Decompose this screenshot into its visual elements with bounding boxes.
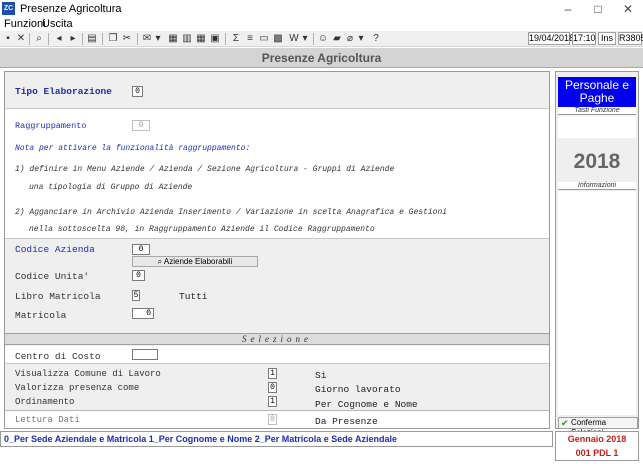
valorizza-presenza-field[interactable]: 0 [268,382,277,393]
matricola-field[interactable]: 0 [132,308,154,319]
libro-matricola-label: Libro Matricola [15,291,101,302]
side-panel: Personale e Paghe Tasti Funzione 2018 In… [555,71,639,437]
note-line-3: 2) Agganciare in Archivio Azienda Inseri… [15,208,448,217]
list-icon[interactable]: ≡ [244,33,256,45]
cut-icon[interactable]: ✂ [121,33,133,45]
dropdown-icon[interactable]: ▾ [152,33,164,45]
codice-unita-label: Codice Unita' [15,271,90,282]
valorizza-presenza-desc: Giorno lavorato [315,384,401,395]
menu-uscita[interactable]: Uscita [42,18,73,30]
footer-options-bar: 0_Per Sede Aziendale e Matricola 1_Per C… [0,431,553,447]
note-heading: Nota per attivare la funzionalità raggru… [15,144,251,153]
arrow-left-icon[interactable]: ◂ [53,33,65,45]
toolbar-separator [313,33,314,45]
tipo-elaborazione-field[interactable]: 0 [132,86,143,97]
period-label: Gennaio 2018 [567,434,627,444]
visualizza-comune-label: Visualizza Comune di Lavoro [15,369,161,379]
product-name: Personale e Paghe [564,78,630,105]
lettura-dati-field[interactable]: 0 [268,414,277,425]
footer-options-text: 0_Per Sede Aziendale e Matricola 1_Per C… [4,434,397,444]
menu-bar: Funzioni Uscita [0,18,643,31]
lettura-dati-desc: Da Presenze [315,416,378,427]
search-icon[interactable]: ⌕ [33,33,45,45]
arrow-right-icon[interactable]: ▸ [67,33,79,45]
libro-matricola-field[interactable]: 5 [132,290,140,301]
status-ins: Ins [598,32,616,45]
calendar-icon[interactable]: ▦ [167,33,179,45]
codice-azienda-label: Codice Azienda [15,244,95,255]
visualizza-comune-desc: Si [315,370,327,381]
page-header: Presenze Agricoltura [0,48,643,68]
toolbar: ▪ ✕ ⌕ ◂ ▸ ▤ ❐ ✂ ✉ ▾ ▦ ▥ ▦ ▣ Σ ≡ ▭ ▩ W ▾ … [0,31,643,47]
bottom-strip [0,448,553,466]
lettura-dati-label: Lettura Dati [15,415,80,425]
toolbar-separator [225,33,226,45]
copy-icon[interactable]: ❐ [107,33,119,45]
excel-icon[interactable]: ▩ [272,33,284,45]
delete-icon[interactable]: ✕ [15,33,27,45]
raggruppamento-label: Raggruppamento [15,121,87,131]
centro-di-costo-field[interactable] [132,349,158,360]
toolbar-separator [137,33,138,45]
toolbar-separator [102,33,103,45]
help-icon[interactable]: ? [370,33,382,45]
libro-matricola-desc: Tutti [179,291,208,302]
dropdown-icon[interactable]: ▾ [355,33,367,45]
centro-di-costo-label: Centro di Costo [15,351,101,362]
check-icon: ✔ [561,418,569,428]
users-icon[interactable]: ☺ [317,33,329,45]
tipo-elaborazione-label: Tipo Elaborazione [15,86,112,97]
status-code: R3805 [618,32,643,45]
valorizza-presenza-label: Valorizza presenza come [15,383,140,393]
toolbar-separator [82,33,83,45]
menu-funzioni[interactable]: Funzioni [4,18,46,30]
aziende-elaborabili-button[interactable]: ⌕ Aziende Elaborabili [132,256,258,267]
print-icon[interactable]: ▤ [86,33,98,45]
informazioni-title: Informazioni [558,182,636,190]
tasti-funzione-title: Tasti Funzione [558,107,636,115]
minimize-button[interactable]: – [553,0,583,18]
lettura-dati-panel [5,411,549,428]
codice-azienda-field[interactable]: 0 [132,244,150,255]
toolbar-separator [48,33,49,45]
status-date: 19/04/2018 [528,32,575,45]
grid-icon[interactable]: ▦ [195,33,207,45]
pdl-label: 001 PDL 1 [575,448,619,458]
note-line-1: 1) definire in Menu Aziende / Azienda / … [15,165,395,174]
main-form: Tipo Elaborazione 0 Raggruppamento 0 Not… [4,71,550,429]
note-line-4: nella sottoscelta 98, in Raggruppamento … [29,225,375,234]
raggruppamento-field[interactable]: 0 [132,120,150,131]
period-box: Gennaio 2018 001 PDL 1 [555,431,639,461]
function-keys-area [558,116,636,138]
ordinamento-desc: Per Cognome e Nome [315,399,418,410]
page-title: Presenze Agricoltura [261,51,382,65]
close-button[interactable]: ✕ [613,0,643,18]
product-logo: Personale e Paghe [558,77,636,107]
selezione-section-title: Selezione [5,333,549,345]
app-logo-icon: ZC [2,2,15,15]
sum-icon[interactable]: Σ [230,33,242,45]
save-icon[interactable]: ▪ [2,33,14,45]
aziende-elaborabili-label: Aziende Elaborabili [163,257,233,266]
table-icon[interactable]: ▥ [181,33,193,45]
folder-icon[interactable]: ▰ [331,33,343,45]
window-title: Presenze Agricoltura [20,3,122,15]
dropdown-icon[interactable]: ▾ [299,33,311,45]
maximize-button[interactable]: □ [583,0,613,18]
status-time: 17:10 [572,32,596,45]
window-icon[interactable]: ▣ [209,33,221,45]
visualizza-comune-field[interactable]: 1 [268,368,277,379]
ordinamento-label: Ordinamento [15,397,75,407]
informazioni-area [558,191,636,415]
year-display: 2018 [573,150,621,173]
title-bar: ZC Presenze Agricoltura – □ ✕ [0,0,643,18]
document-icon[interactable]: ▭ [258,33,270,45]
toolbar-separator [29,33,30,45]
conferma-selezioni-button[interactable]: ✔Conferma Selezioni [558,417,638,437]
codice-unita-field[interactable]: 0 [132,270,145,281]
matricola-label: Matricola [15,310,67,321]
note-line-2: una tipologia di Gruppo di Aziende [29,183,193,192]
ordinamento-field[interactable]: 1 [268,396,277,407]
